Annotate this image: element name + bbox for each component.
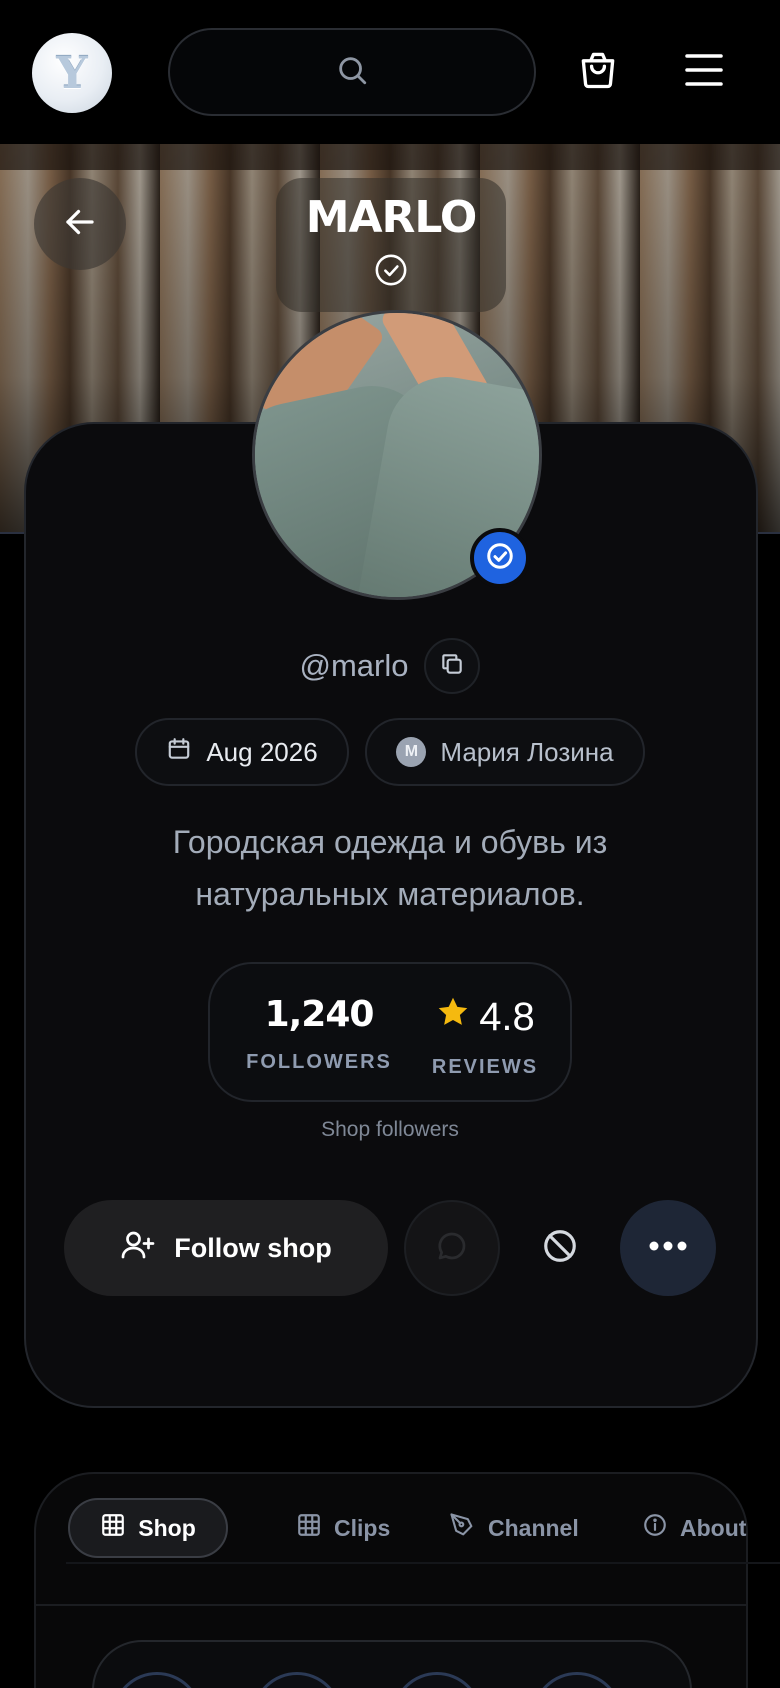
more-options-button[interactable]	[620, 1200, 716, 1296]
tab-channel[interactable]: Channel	[448, 1498, 579, 1558]
follow-shop-button[interactable]: Follow shop	[64, 1200, 388, 1296]
owner-avatar: M	[396, 737, 427, 767]
block-icon	[541, 1227, 579, 1270]
meta-chips: Aug 2026 M Мария Лозина	[0, 718, 780, 786]
verified-badge	[470, 528, 530, 588]
calendar-icon	[166, 736, 192, 769]
shop-name: MARLO	[305, 192, 478, 243]
tab-about[interactable]: About	[642, 1498, 746, 1558]
copy-handle-button[interactable]	[424, 638, 481, 694]
preview-item[interactable]	[112, 1672, 202, 1688]
content-tabs-card: Shop Clips Channel About	[34, 1472, 780, 1688]
arrow-left-icon	[62, 204, 98, 245]
chat-button[interactable]	[404, 1200, 500, 1296]
block-button[interactable]	[512, 1200, 608, 1296]
reviews-stat[interactable]: 4.8 REVIEWS	[430, 994, 540, 1079]
shop-description: Городская одежда и обувь из натуральных …	[172, 824, 608, 912]
rating-value: 4.8	[479, 994, 535, 1039]
tab-shop-label: Shop	[138, 1514, 196, 1541]
tab-channel-label: Channel	[488, 1514, 579, 1541]
star-icon	[435, 994, 471, 1040]
tab-clips[interactable]: Clips	[296, 1498, 390, 1558]
pen-nib-icon	[448, 1511, 476, 1545]
content-preview-card	[92, 1640, 692, 1688]
top-bar: Y	[0, 0, 780, 144]
app-logo[interactable]: Y	[32, 33, 112, 113]
menu-button[interactable]	[676, 44, 732, 100]
reviews-label: REVIEWS	[431, 1056, 539, 1078]
tab-clips-label: Clips	[334, 1514, 391, 1541]
shopping-bag-icon	[576, 48, 620, 97]
search-bar[interactable]	[168, 28, 536, 116]
chat-bubble-icon	[434, 1228, 470, 1269]
hamburger-menu-icon	[684, 52, 724, 93]
tab-about-label: About	[680, 1514, 747, 1541]
more-dots-icon	[648, 1239, 688, 1257]
action-buttons: Follow shop	[0, 1200, 780, 1296]
shop-title-pill: MARLO	[276, 178, 506, 312]
search-icon	[335, 53, 369, 92]
stats-panel: 1,240 FOLLOWERS 4.8 REVIEWS	[208, 962, 572, 1102]
stats-caption: Shop followers	[321, 1118, 459, 1141]
preview-item[interactable]	[252, 1672, 342, 1688]
tabs-divider	[34, 1604, 748, 1606]
owner-name: Мария Лозина	[440, 736, 614, 767]
preview-item[interactable]	[532, 1672, 622, 1688]
tab-shop[interactable]: Shop	[68, 1498, 228, 1558]
followers-count: 1,240	[264, 994, 375, 1035]
copy-icon	[439, 651, 465, 682]
tabs-bar: Shop Clips Channel About	[66, 1498, 780, 1564]
preview-item[interactable]	[392, 1672, 482, 1688]
joined-date-chip: Aug 2026	[135, 718, 349, 786]
shop-handle: @marlo	[299, 648, 409, 683]
joined-date: Aug 2026	[206, 736, 318, 767]
logo-letter: Y	[56, 47, 88, 99]
followers-label: FOLLOWERS	[246, 1051, 392, 1073]
back-button[interactable]	[34, 178, 126, 270]
handle-row: @marlo	[0, 636, 780, 696]
follow-shop-label: Follow shop	[174, 1232, 332, 1263]
grid-icon	[100, 1512, 126, 1544]
info-icon	[642, 1512, 668, 1544]
followers-stat[interactable]: 1,240 FOLLOWERS	[244, 994, 394, 1074]
user-plus-icon	[120, 1227, 156, 1270]
owner-chip[interactable]: M Мария Лозина	[365, 718, 645, 786]
rating-row: 4.8	[430, 994, 540, 1040]
clips-grid-icon	[296, 1512, 322, 1544]
check-circle-icon	[374, 253, 408, 292]
cart-button[interactable]	[570, 44, 626, 100]
verified-check-icon	[485, 541, 515, 576]
